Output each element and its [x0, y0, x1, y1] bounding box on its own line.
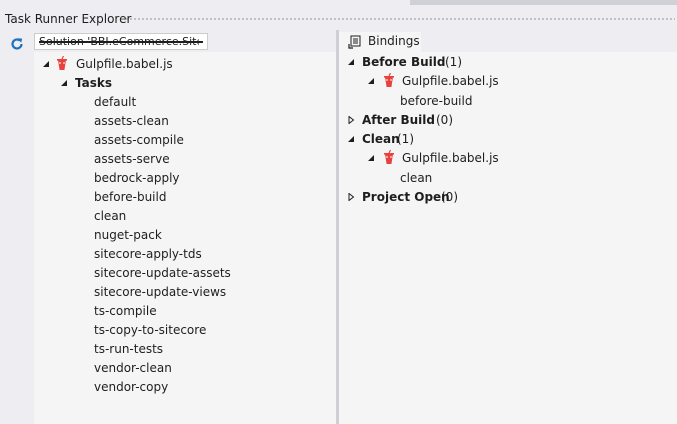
tab-bindings-label: Bindings [368, 34, 420, 48]
binding-group-count: (0) [436, 113, 453, 127]
task-label: ts-compile [94, 304, 157, 318]
tasks-header: Tasks [75, 76, 113, 90]
binding-file-label: Gulpfile.babel.js [402, 74, 499, 88]
expanded-arrow-icon [368, 155, 374, 161]
binding-group-name: Project Open [362, 190, 450, 204]
task-label: sitecore-apply-tds [94, 247, 202, 261]
collapsed-arrow-icon [348, 116, 355, 124]
task-label: default [94, 95, 137, 109]
collapsed-arrow-icon [348, 193, 355, 201]
expanded-arrow-icon [43, 61, 49, 67]
bindings-tree: Before Build (1) Gulpfile.babel.js befor… [339, 52, 677, 424]
left-toolbar [0, 30, 34, 424]
task-label: clean [94, 209, 127, 223]
task-label: vendor-copy [94, 380, 169, 394]
binding-group-count: (1) [397, 132, 414, 146]
binding-group-name: After Build [362, 113, 435, 127]
gulp-icon [384, 150, 394, 164]
expanded-arrow-icon [348, 136, 354, 142]
title-bar: Task Runner Explorer [0, 0, 677, 30]
task-label: vendor-clean [94, 361, 172, 375]
gulpfile-label: Gulpfile.babel.js [76, 57, 173, 71]
task-label: nuget-pack [94, 228, 162, 242]
binding-group-count: (0) [441, 190, 458, 204]
task-label: before-build [94, 190, 167, 204]
binding-file-label: Gulpfile.babel.js [402, 151, 499, 165]
binding-group-name: Before Build [362, 55, 446, 69]
solution-selector[interactable]: Solution 'BBI.eCommerce.Site' [34, 33, 208, 50]
bindings-icon [348, 35, 361, 49]
drag-grip[interactable] [121, 17, 675, 22]
refresh-button[interactable] [9, 36, 25, 52]
task-label: bedrock-apply [94, 171, 180, 185]
task-label: sitecore-update-assets [94, 266, 231, 280]
gulp-icon [384, 73, 394, 87]
redaction-bar [39, 41, 203, 43]
tab-bindings[interactable]: Bindings [339, 32, 421, 52]
binding-task-label: before-build [400, 94, 473, 108]
binding-group-count: (1) [445, 55, 462, 69]
task-label: sitecore-update-views [94, 285, 227, 299]
expanded-arrow-icon [348, 59, 354, 65]
binding-task-label: clean [400, 171, 433, 185]
expanded-arrow-icon [61, 80, 67, 86]
gulp-icon [57, 56, 67, 70]
task-label: assets-clean [94, 114, 169, 128]
binding-group-name: Clean [362, 132, 400, 146]
task-label: ts-run-tests [94, 342, 164, 356]
top-strip [410, 0, 677, 5]
expanded-arrow-icon [368, 78, 374, 84]
task-label: ts-copy-to-sitecore [94, 323, 207, 337]
task-tree: Gulpfile.babel.js Tasks default assets-c… [34, 52, 336, 424]
task-label: assets-compile [94, 133, 184, 147]
window-title: Task Runner Explorer [5, 12, 132, 26]
task-label: assets-serve [94, 152, 170, 166]
refresh-icon [11, 38, 23, 50]
